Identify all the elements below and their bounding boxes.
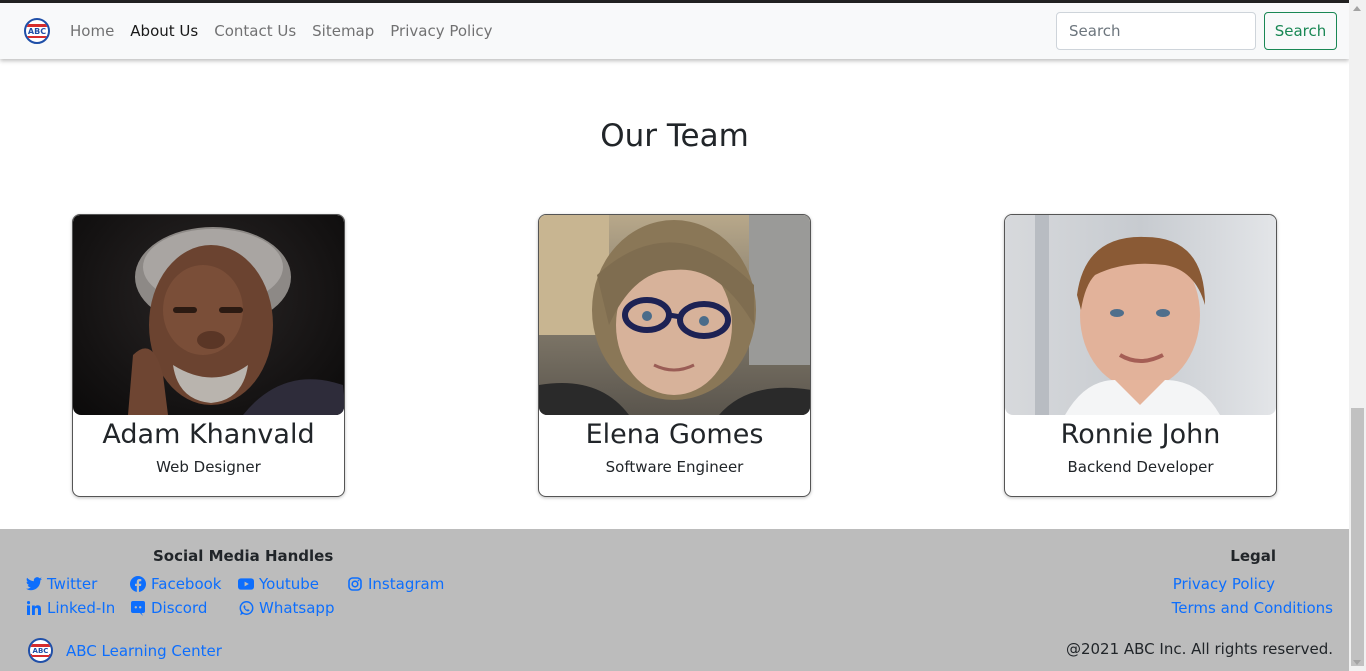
legal-link-terms[interactable]: Terms and Conditions <box>1172 599 1333 617</box>
team-card-ronnie: Ronnie John Backend Developer <box>1004 214 1277 497</box>
legal-heading: Legal <box>1230 547 1276 565</box>
brand-logo[interactable]: ABC <box>24 18 50 44</box>
brand-logo-text: ABC <box>26 26 48 36</box>
member-name: Adam Khanvald <box>102 419 315 450</box>
team-card-adam: Adam Khanvald Web Designer <box>72 214 345 497</box>
footer-brand-link[interactable]: ABC ABC Learning Center <box>28 638 222 663</box>
social-link-label: Youtube <box>259 575 319 593</box>
whatsapp-icon <box>238 600 254 616</box>
twitter-icon <box>26 576 42 592</box>
social-link-label: Whatsapp <box>259 599 335 617</box>
footer-brand-name: ABC Learning Center <box>66 641 222 660</box>
page: ABC Home About Us Contact Us Sitemap Pri… <box>0 0 1349 671</box>
nav-link-contact-us[interactable]: Contact Us <box>206 22 304 40</box>
search-button[interactable]: Search <box>1264 12 1337 50</box>
member-name: Elena Gomes <box>585 419 764 450</box>
social-link-discord[interactable]: Discord <box>130 599 207 617</box>
scroll-down-arrow-icon[interactable] <box>1353 660 1361 665</box>
vertical-scrollbar[interactable] <box>1349 0 1366 671</box>
scroll-up-arrow-icon[interactable] <box>1353 6 1361 11</box>
social-link-label: Linked-In <box>47 599 116 617</box>
legal-link-privacy-policy[interactable]: Privacy Policy <box>1173 575 1275 593</box>
copyright-text: @2021 ABC Inc. All rights reserved. <box>1065 640 1333 658</box>
nav-link-about-us[interactable]: About Us <box>122 22 206 40</box>
member-role: Software Engineer <box>605 458 744 476</box>
linkedin-icon <box>26 600 42 616</box>
team-member-photo <box>73 215 344 415</box>
search-input[interactable] <box>1056 12 1256 50</box>
member-role: Web Designer <box>156 458 261 476</box>
social-link-youtube[interactable]: Youtube <box>238 575 319 593</box>
social-link-label: Facebook <box>151 575 222 593</box>
social-link-instagram[interactable]: Instagram <box>347 575 444 593</box>
social-link-label: Twitter <box>47 575 98 593</box>
team-title: Our Team <box>600 118 749 154</box>
social-link-label: Discord <box>151 599 208 617</box>
social-link-linkedin[interactable]: Linked-In <box>26 599 115 617</box>
search-form: Search <box>1056 12 1337 50</box>
navbar: ABC Home About Us Contact Us Sitemap Pri… <box>0 3 1349 59</box>
team-card-elena: Elena Gomes Software Engineer <box>538 214 811 497</box>
nav-link-privacy-policy[interactable]: Privacy Policy <box>382 22 500 40</box>
footer-brand-logo-text: ABC <box>31 646 50 655</box>
nav-link-home[interactable]: Home <box>62 22 122 40</box>
footer-brand-logo: ABC <box>28 638 53 663</box>
social-link-label: Instagram <box>368 575 445 593</box>
nav-links: Home About Us Contact Us Sitemap Privacy… <box>62 22 501 40</box>
instagram-icon <box>347 576 363 592</box>
member-name: Ronnie John <box>1060 419 1221 450</box>
discord-icon <box>130 600 146 616</box>
youtube-icon <box>238 576 254 592</box>
scrollbar-thumb[interactable] <box>1351 408 1364 666</box>
social-link-facebook[interactable]: Facebook <box>130 575 221 593</box>
team-member-photo <box>539 215 810 415</box>
social-heading: Social Media Handles <box>153 547 334 565</box>
social-link-twitter[interactable]: Twitter <box>26 575 97 593</box>
facebook-icon <box>130 576 146 592</box>
team-member-photo <box>1005 215 1276 415</box>
social-link-whatsapp[interactable]: Whatsapp <box>238 599 334 617</box>
footer: Social Media Handles Twitter Facebook Yo… <box>0 529 1349 671</box>
member-role: Backend Developer <box>1067 458 1214 476</box>
nav-link-sitemap[interactable]: Sitemap <box>304 22 382 40</box>
